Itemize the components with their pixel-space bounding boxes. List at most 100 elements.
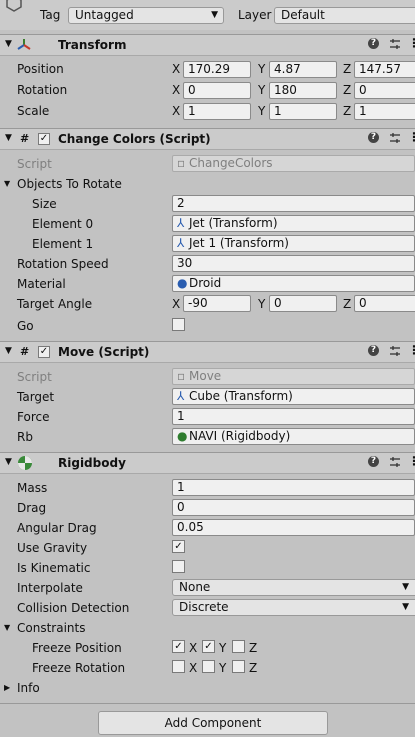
mass-field[interactable]: 1	[172, 479, 415, 496]
material-field[interactable]: ● Droid	[172, 275, 415, 292]
axis-z-label: Z	[249, 641, 258, 655]
axis-y-label: Y	[258, 83, 266, 97]
rigidbody-header[interactable]: ▼ Rigidbody ? ⋮	[0, 452, 415, 474]
objects-to-rotate-label[interactable]: ▼ Objects To Rotate	[4, 177, 122, 191]
target-angle-z-field[interactable]: 0	[354, 295, 415, 312]
tag-dropdown[interactable]: Untagged ▼	[68, 7, 224, 24]
element-1-label: Element 1	[32, 237, 94, 251]
material-value: Droid	[189, 276, 222, 290]
gameobject-icon	[6, 0, 22, 12]
fold-arrow-icon[interactable]: ▼	[4, 179, 10, 188]
axis-z-label: Z	[343, 62, 352, 76]
script-icon: #	[20, 132, 30, 145]
help-icon[interactable]: ?	[368, 38, 379, 49]
scale-y-field[interactable]: 1	[269, 103, 337, 120]
rigidbody-title: Rigidbody	[58, 456, 126, 470]
collision-detection-value: Discrete	[179, 600, 229, 614]
help-icon[interactable]: ?	[368, 345, 379, 356]
change-colors-header[interactable]: ▼ # ✓ Change Colors (Script) ? ⋮	[0, 128, 415, 150]
target-angle-x-field[interactable]: -90	[183, 295, 251, 312]
axis-y-label: Y	[258, 104, 266, 118]
move-header[interactable]: ▼ # ✓ Move (Script) ? ⋮	[0, 341, 415, 363]
component-enabled-checkbox[interactable]: ✓	[38, 346, 50, 358]
fold-arrow-icon[interactable]: ▼	[5, 457, 12, 467]
constraints-label[interactable]: ▼ Constraints	[4, 621, 85, 635]
transform-title: Transform	[58, 38, 127, 52]
go-checkbox[interactable]	[172, 318, 185, 331]
script-field: ▫ Move	[172, 368, 415, 385]
preset-icon[interactable]	[388, 37, 402, 51]
use-gravity-checkbox[interactable]: ✓	[172, 540, 185, 553]
inspector-panel: Tag Untagged ▼ Layer Default ▼ Transform…	[0, 0, 415, 737]
info-text: Info	[17, 681, 40, 695]
layer-dropdown[interactable]: Default	[274, 7, 415, 24]
script-icon: #	[20, 345, 30, 358]
move-title: Move (Script)	[58, 345, 150, 359]
element-1-field[interactable]: ⅄ Jet 1 (Transform)	[172, 235, 415, 252]
is-kinematic-label: Is Kinematic	[17, 561, 91, 575]
position-z-field[interactable]: 147.57	[354, 61, 415, 78]
fold-arrow-icon[interactable]: ▼	[5, 39, 12, 49]
position-y-field[interactable]: 4.87	[269, 61, 337, 78]
transform-icon: ⅄	[177, 216, 185, 230]
axis-x-label: X	[172, 297, 181, 311]
target-field[interactable]: ⅄ Cube (Transform)	[172, 388, 415, 405]
target-angle-y-field[interactable]: 0	[269, 295, 337, 312]
transform-icon	[17, 39, 31, 50]
script-field-value: ChangeColors	[189, 156, 273, 170]
size-label: Size	[32, 197, 57, 211]
drag-field[interactable]: 0	[172, 499, 415, 516]
fold-arrow-icon[interactable]: ▼	[5, 133, 12, 143]
axis-y-label: Y	[258, 62, 266, 76]
rotation-label: Rotation	[17, 83, 68, 97]
size-field[interactable]: 2	[172, 195, 415, 212]
context-menu-icon[interactable]: ⋮	[408, 343, 415, 357]
element-0-field[interactable]: ⅄ Jet (Transform)	[172, 215, 415, 232]
preset-icon[interactable]	[388, 455, 402, 469]
scale-x-field[interactable]: 1	[183, 103, 251, 120]
scale-z-field[interactable]: 1	[354, 103, 415, 120]
target-angle-label: Target Angle	[17, 297, 93, 311]
preset-icon[interactable]	[388, 131, 402, 145]
fold-closed-icon[interactable]: ▶	[4, 683, 10, 692]
rotation-y-field[interactable]: 180	[269, 82, 337, 99]
help-icon[interactable]: ?	[368, 456, 379, 467]
angular-drag-field[interactable]: 0.05	[172, 519, 415, 536]
help-icon[interactable]: ?	[368, 132, 379, 143]
position-x-field[interactable]: 170.29	[183, 61, 251, 78]
collision-detection-dropdown[interactable]: Discrete ▼	[172, 599, 415, 616]
element-0-value: Jet (Transform)	[189, 216, 278, 230]
freeze-position-z-checkbox[interactable]	[232, 640, 245, 653]
info-label[interactable]: ▶ Info	[4, 681, 40, 695]
transform-icon: ⅄	[177, 389, 185, 403]
material-sphere-icon: ●	[177, 276, 188, 290]
add-component-button[interactable]: Add Component	[98, 711, 328, 735]
context-menu-icon[interactable]: ⋮	[408, 130, 415, 144]
interpolate-value: None	[179, 580, 211, 594]
interpolate-label: Interpolate	[17, 581, 83, 595]
rb-label: Rb	[17, 430, 33, 444]
context-menu-icon[interactable]: ⋮	[408, 36, 415, 50]
rotation-z-field[interactable]: 0	[354, 82, 415, 99]
force-field[interactable]: 1	[172, 408, 415, 425]
fold-arrow-icon[interactable]: ▼	[4, 623, 10, 632]
rotation-x-field[interactable]: 0	[183, 82, 251, 99]
script-field-value: Move	[189, 369, 222, 383]
component-enabled-checkbox[interactable]: ✓	[38, 133, 50, 145]
rb-field[interactable]: ● NAVI (Rigidbody)	[172, 428, 415, 445]
is-kinematic-checkbox[interactable]	[172, 560, 185, 573]
rotation-speed-field[interactable]: 30	[172, 255, 415, 272]
preset-icon[interactable]	[388, 344, 402, 358]
context-menu-icon[interactable]: ⋮	[408, 454, 415, 468]
freeze-position-label: Freeze Position	[32, 641, 122, 655]
rb-value: NAVI (Rigidbody)	[189, 429, 291, 443]
fold-arrow-icon[interactable]: ▼	[5, 346, 12, 356]
freeze-rotation-z-checkbox[interactable]	[232, 660, 245, 673]
transform-header[interactable]: ▼ Transform ? ⋮	[0, 34, 415, 56]
interpolate-dropdown[interactable]: None ▼	[172, 579, 415, 596]
freeze-rotation-y-checkbox[interactable]	[202, 660, 215, 673]
axis-z-label: Z	[343, 83, 352, 97]
freeze-position-x-checkbox[interactable]: ✓	[172, 640, 185, 653]
freeze-rotation-x-checkbox[interactable]	[172, 660, 185, 673]
freeze-position-y-checkbox[interactable]: ✓	[202, 640, 215, 653]
